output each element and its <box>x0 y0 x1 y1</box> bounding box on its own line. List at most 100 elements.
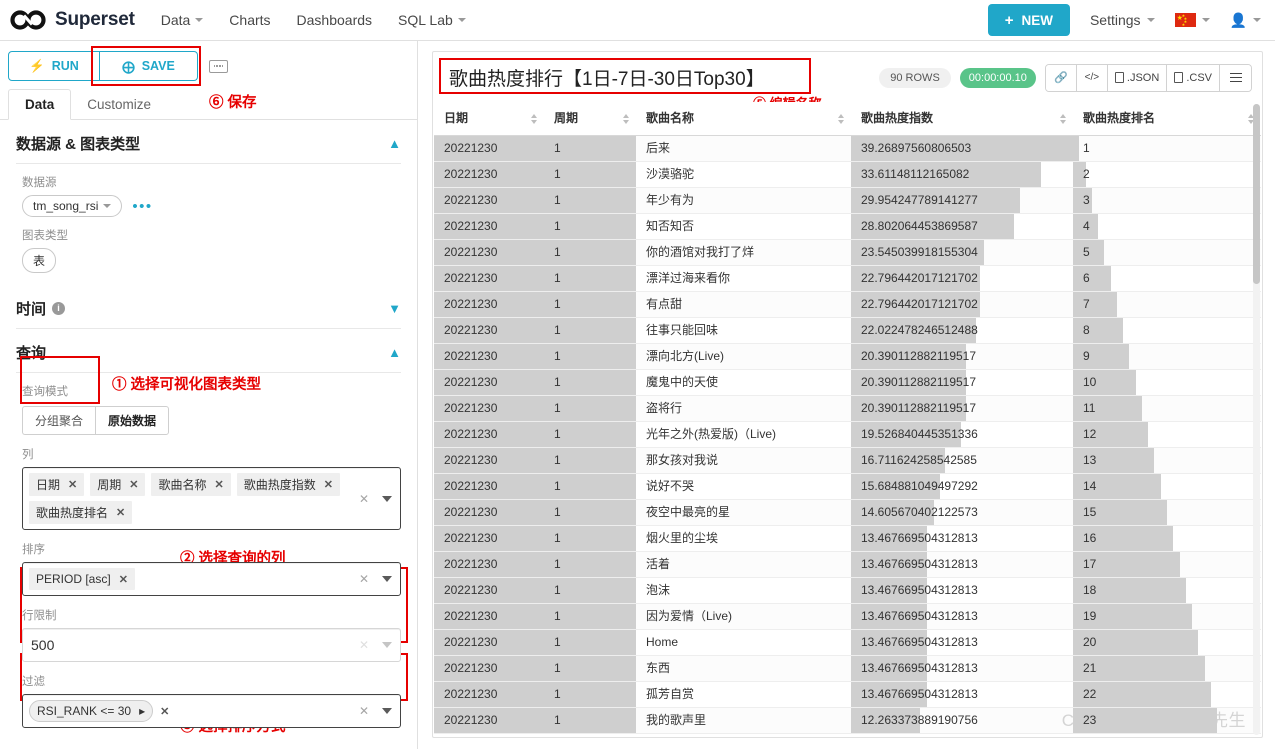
cell-song: 泡沫 <box>636 577 851 604</box>
column-header-rank[interactable]: 歌曲热度排名 <box>1073 102 1261 136</box>
query-mode-aggregate[interactable]: 分组聚合 <box>22 406 96 435</box>
cell-text: 28.802064453869587 <box>861 219 978 233</box>
cell-text: 13.467669504312813 <box>861 531 978 545</box>
cell-date: 20221230 <box>434 421 544 448</box>
cell-text: 14.605670402122573 <box>861 505 978 519</box>
table-row: 20221230 1 沙漠骆驼 33.61148112165082 2 <box>434 161 1261 188</box>
chart-header: 歌曲热度排行【1日-7日-30日Top30】 90 ROWS 00:00:00.… <box>433 52 1262 102</box>
cell-rank: 3 <box>1073 187 1261 214</box>
sort-tag[interactable]: PERIOD [asc] ✕ <box>29 568 135 590</box>
remove-icon[interactable]: ✕ <box>160 705 169 718</box>
sort-label: 排序 <box>22 544 45 556</box>
settings-menu[interactable]: Settings <box>1090 12 1155 28</box>
tab-customize[interactable]: Customize <box>71 89 167 119</box>
cell-text: 22.022478246512488 <box>861 323 978 337</box>
section-time-header[interactable]: 时间 i ▼ <box>0 285 417 328</box>
table-head: 日期 周期 歌曲名称 歌曲热度指数 歌曲热度排名 <box>434 102 1261 136</box>
cell-text: 沙漠骆驼 <box>646 167 695 181</box>
clear-icon[interactable]: ✕ <box>359 572 369 586</box>
export-csv-button[interactable]: .CSV <box>1167 64 1220 91</box>
cell-song: 因为爱情（Live) <box>636 603 851 630</box>
nav-item-sql-lab[interactable]: SQL Lab <box>398 12 466 28</box>
column-tag[interactable]: 歌曲热度指数 ✕ <box>236 473 340 496</box>
cell-text: 39.26897560806503 <box>861 141 972 155</box>
section-query-header[interactable]: 查询 ▲ <box>0 329 417 372</box>
query-mode-toggle: 分组聚合 原始数据 <box>22 404 401 435</box>
query-mode-label: 查询模式 <box>22 386 68 398</box>
cell-date: 20221230 <box>434 447 544 474</box>
run-button[interactable]: ⚡ RUN <box>8 51 100 81</box>
column-tag-label: 周期 <box>97 478 122 492</box>
cell-text: 13.467669504312813 <box>861 635 978 649</box>
cell-text: 20.390112882119517 <box>861 375 977 389</box>
column-tag[interactable]: 歌曲名称 ✕ <box>151 473 231 496</box>
view-code-button[interactable]: </> <box>1076 64 1108 91</box>
tab-data[interactable]: Data <box>8 89 72 120</box>
column-header-score[interactable]: 歌曲热度指数 <box>851 102 1073 136</box>
sort-select[interactable]: PERIOD [asc] ✕ ✕ <box>22 562 401 596</box>
chevron-down-icon[interactable] <box>382 495 392 502</box>
datasource-more-icon[interactable]: ••• <box>132 199 152 214</box>
remove-icon[interactable]: ✕ <box>68 478 77 491</box>
column-tag[interactable]: 周期 ✕ <box>90 473 146 496</box>
column-tag[interactable]: 日期 ✕ <box>29 473 85 496</box>
cell-text: 8 <box>1083 323 1090 337</box>
column-header-period[interactable]: 周期 <box>544 102 636 136</box>
rowlimit-select[interactable]: 500 ✕ <box>22 628 401 662</box>
column-tag[interactable]: 歌曲热度排名 ✕ <box>29 501 133 524</box>
columns-label: 列 <box>22 449 34 461</box>
cell-text: 13.467669504312813 <box>861 583 978 597</box>
query-mode-raw[interactable]: 原始数据 <box>95 406 170 435</box>
cell-score: 13.467669504312813 <box>851 577 1073 604</box>
chevron-down-icon[interactable] <box>382 576 392 582</box>
new-button[interactable]: + NEW <box>987 4 1070 36</box>
chevron-down-icon[interactable] <box>382 642 392 648</box>
language-menu[interactable]: ★ ★ ★ ★ ★ <box>1174 13 1210 27</box>
cell-text: 20221230 <box>444 427 498 441</box>
nav-item-dashboards[interactable]: Dashboards <box>297 12 373 28</box>
cell-text: 13 <box>1083 453 1097 467</box>
tab-label: Data <box>25 97 55 112</box>
keyboard-shortcut-icon[interactable] <box>209 59 228 73</box>
remove-icon[interactable]: ✕ <box>116 506 125 519</box>
header-label: 日期 <box>444 111 469 125</box>
cell-text: 15 <box>1083 505 1097 519</box>
china-flag-icon: ★ ★ ★ ★ ★ <box>1174 13 1196 27</box>
nav-item-charts[interactable]: Charts <box>229 12 270 28</box>
remove-icon[interactable]: ✕ <box>119 573 128 586</box>
export-json-button[interactable]: .JSON <box>1107 64 1168 91</box>
column-header-date[interactable]: 日期 <box>434 102 544 136</box>
remove-icon[interactable]: ✕ <box>324 478 333 491</box>
user-menu[interactable]: 👤 <box>1230 12 1261 29</box>
navbar-right: + NEW Settings ★ ★ ★ ★ ★ 👤 <box>987 4 1261 36</box>
superset-logo[interactable]: Superset <box>10 9 135 31</box>
viz-type-chip[interactable]: 表 <box>22 248 57 273</box>
nav-item-data[interactable]: Data <box>161 12 204 28</box>
chart-title[interactable]: 歌曲热度排行【1日-7日-30日Top30】 <box>443 62 771 93</box>
clear-icon[interactable]: ✕ <box>359 638 369 652</box>
table-row: 20221230 1 知否知否 28.802064453869587 4 <box>434 213 1261 240</box>
filter-tag[interactable]: RSI_RANK <= 30 ▸ <box>29 700 154 722</box>
share-link-button[interactable]: 🔗 <box>1045 64 1077 91</box>
chevron-down-icon[interactable] <box>382 708 392 714</box>
save-button[interactable]: ⨁ SAVE <box>100 51 198 81</box>
remove-icon[interactable]: ✕ <box>214 478 223 491</box>
cell-text: 20221230 <box>444 635 498 649</box>
filter-select[interactable]: RSI_RANK <= 30 ▸ ✕ ✕ <box>22 694 401 728</box>
chevron-down-icon: ▼ <box>388 301 401 316</box>
column-header-song[interactable]: 歌曲名称 <box>636 102 851 136</box>
datasource-chip[interactable]: tm_song_rsi <box>22 195 123 217</box>
section-datasource-header[interactable]: 数据源 & 图表类型 ▲ <box>0 120 417 163</box>
cell-song: 说好不哭 <box>636 473 851 500</box>
results-table-wrapper[interactable]: 日期 周期 歌曲名称 歌曲热度指数 歌曲热度排名 20221230 1 后来 3… <box>433 102 1262 737</box>
columns-select[interactable]: 日期 ✕ 周期 ✕ 歌曲名称 ✕ 歌曲热度指数 ✕ 歌曲热度排名 ✕ ✕ <box>22 467 401 530</box>
cell-score: 13.467669504312813 <box>851 681 1073 708</box>
chart-menu-button[interactable] <box>1220 64 1251 91</box>
cell-song: 孤芳自赏 <box>636 681 851 708</box>
clear-icon[interactable]: ✕ <box>359 704 369 718</box>
clear-icon[interactable]: ✕ <box>359 492 369 506</box>
remove-icon[interactable]: ✕ <box>129 478 138 491</box>
section-title: 查询 <box>16 345 47 362</box>
info-icon[interactable]: i <box>52 302 66 315</box>
cell-period: 1 <box>544 681 636 708</box>
